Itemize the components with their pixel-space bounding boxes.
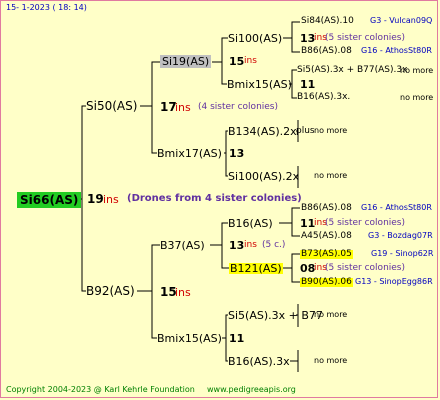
sire-ins-label: ins <box>175 286 191 299</box>
g3-node-d2[interactable]: B16(AS).3x <box>228 356 290 367</box>
g3-c1-note: (5 sister colonies) <box>325 218 406 228</box>
dam-sister-note: (4 sister colonies) <box>198 102 279 112</box>
site-link[interactable]: www.pedigreeapis.org <box>207 386 296 394</box>
root-drones-note: (Drones from 4 sister colonies) <box>127 193 302 204</box>
g3-d1-no-more: no more <box>314 310 348 319</box>
g3-node-b1[interactable]: B134(AS).2x <box>228 126 297 137</box>
g3-node-a2[interactable]: Bmix15(AS) <box>227 79 292 90</box>
g2-c-note: (5 c.) <box>262 240 286 250</box>
g2-a-count: 15 <box>229 55 245 68</box>
root-count: 19 <box>87 192 104 206</box>
g3-node-d1[interactable]: Si5(AS).3x + B77 <box>228 310 323 321</box>
g4-node-a1b[interactable]: B86(AS).08 <box>301 47 352 56</box>
g2-node-b[interactable]: Bmix17(AS) <box>157 148 222 159</box>
dam-ins-label: ins <box>175 101 191 114</box>
g2-node-c[interactable]: B37(AS) <box>160 240 205 251</box>
g4-a1b-info: G16 - AthosSt80R <box>361 46 432 55</box>
g2-c-ins: ins <box>244 240 257 250</box>
g3-a1-note: (5 sister colonies) <box>325 33 406 43</box>
g2-a-ins: ins <box>244 56 257 66</box>
g2-node-a[interactable]: Si19(AS) <box>160 55 212 68</box>
g4-a1a-info: G3 - Vulcan09Q <box>370 16 433 25</box>
g4-node-a1a[interactable]: Si84(AS).10 <box>301 17 354 26</box>
g2-c-count: 13 <box>229 239 245 252</box>
g4-a2b-no-more: no more <box>400 93 434 102</box>
g2-d-count: 11 <box>229 332 245 345</box>
sire-node[interactable]: B92(AS) <box>86 285 135 297</box>
g4-c2a-info: G19 - Sinop62R <box>371 249 434 258</box>
copyright-text: Copyright 2004-2023 @ Karl Kehrle Founda… <box>6 385 195 394</box>
g4-node-c1a[interactable]: B86(AS).08 <box>301 204 352 213</box>
g4-node-c2b[interactable]: B90(AS).06 <box>300 278 353 287</box>
g3-node-a1[interactable]: Si100(AS) <box>228 33 282 44</box>
g3-b1-plus: plus <box>296 126 315 136</box>
g4-c1b-info: G3 - Bozdag07R <box>368 231 433 240</box>
g3-node-c1[interactable]: B16(AS) <box>228 218 273 229</box>
g3-b1-no-more: no more <box>314 126 348 135</box>
g4-node-c2a[interactable]: B73(AS).05 <box>300 250 353 259</box>
g3-b2-no-more: no more <box>314 171 348 180</box>
g3-a2-count: 11 <box>300 78 316 91</box>
g2-node-d[interactable]: Bmix15(AS) <box>157 333 222 344</box>
g4-node-a2b[interactable]: B16(AS).3x. <box>297 93 350 102</box>
g4-node-c1b[interactable]: A45(AS).08 <box>301 232 352 241</box>
g4-a2a-no-more: no more <box>400 66 434 75</box>
generated-date: 15- 1-2023 ( 18: 14) <box>6 3 87 12</box>
g3-c2-note: (5 sister colonies) <box>325 263 406 273</box>
g3-node-c2[interactable]: B121(AS) <box>229 263 283 274</box>
g3-node-b2[interactable]: Si100(AS).2x <box>228 171 299 182</box>
g4-c2b-info: G13 - SinopEgg86R <box>355 277 433 286</box>
g4-c1a-info: G16 - AthosSt80R <box>361 203 432 212</box>
g3-d2-no-more: no more <box>314 356 348 365</box>
root-ins-label: ins <box>103 193 119 206</box>
root-queen-node[interactable]: Si66(AS) <box>17 192 82 208</box>
g2-b-count: 13 <box>229 147 245 160</box>
g4-node-a2a[interactable]: Si5(AS).3x + B77(AS).3x <box>297 66 407 75</box>
dam-node[interactable]: Si50(AS) <box>86 100 137 112</box>
